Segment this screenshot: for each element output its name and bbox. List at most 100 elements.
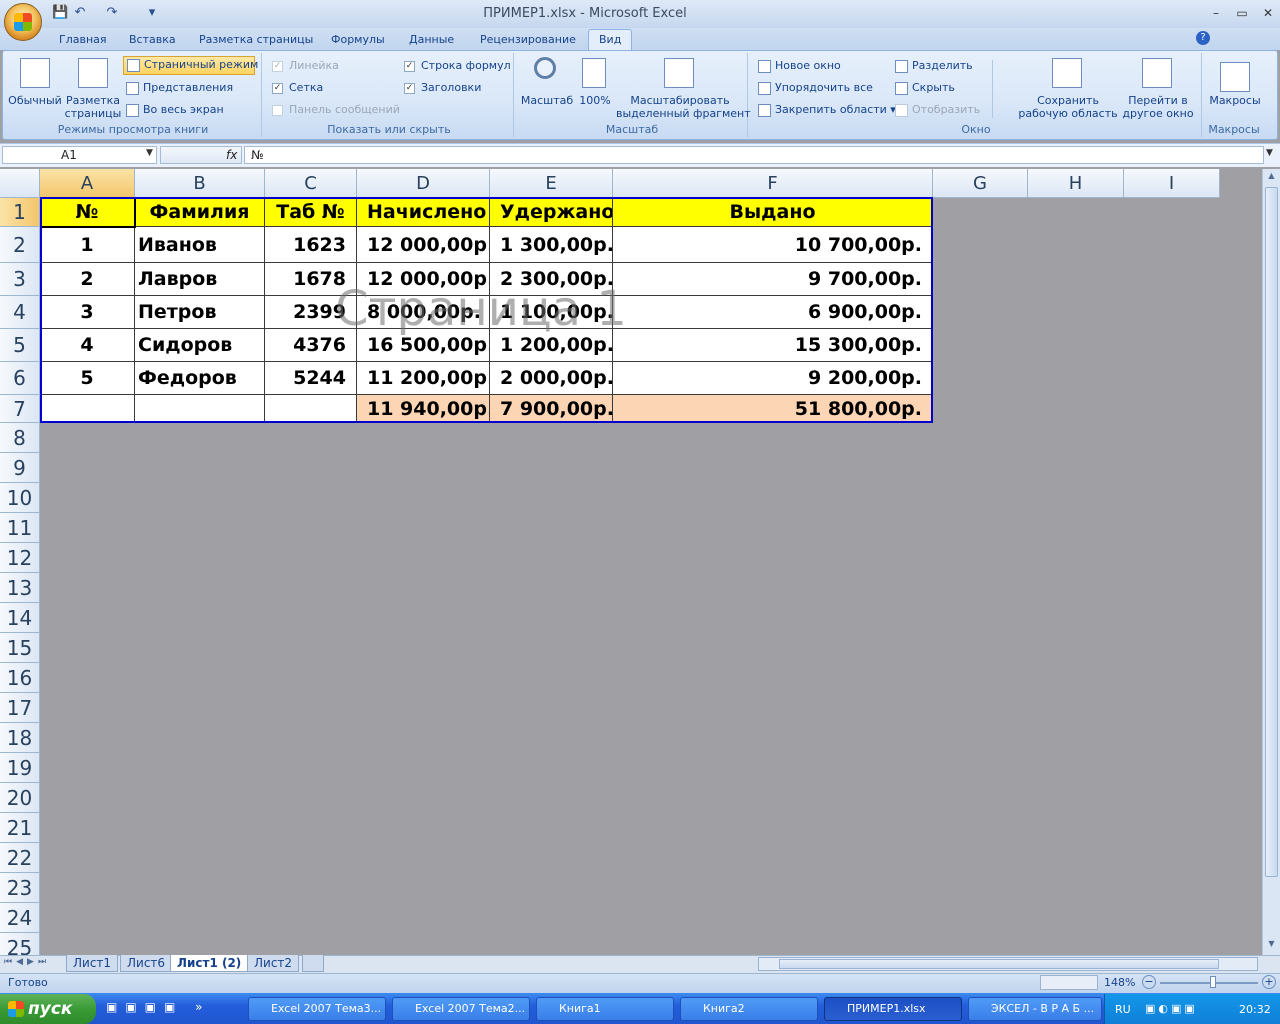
row-header-25[interactable]: 25	[0, 933, 40, 955]
row-header-1[interactable]: 1	[0, 198, 40, 227]
cell-e4[interactable]: 1 200,00р.	[490, 329, 613, 362]
row-header-6[interactable]: 6	[0, 362, 40, 395]
cell-f1[interactable]: 10 700,00р.	[613, 227, 933, 263]
sheet-tab-list1[interactable]: Лист1	[66, 955, 119, 972]
scroll-up-icon[interactable]: ▲	[1265, 171, 1278, 184]
column-header-b[interactable]: B	[135, 169, 265, 198]
row-header-15[interactable]: 15	[0, 633, 40, 663]
zoom-selection-button[interactable]: Масштабировать выделенный фрагмент	[616, 94, 751, 120]
name-box[interactable]: A1	[2, 146, 157, 164]
close-button[interactable]: ✕	[1258, 5, 1278, 21]
cell-a1[interactable]: 1	[40, 227, 135, 263]
custom-views-button[interactable]: Представления	[126, 81, 233, 95]
gridlines-checkbox[interactable]: ✓ Сетка	[272, 81, 323, 95]
view-switch-buttons[interactable]	[1040, 975, 1098, 990]
insert-sheet-icon[interactable]	[302, 955, 324, 972]
row-header-8[interactable]: 8	[0, 423, 40, 453]
row-header-22[interactable]: 22	[0, 843, 40, 873]
vertical-scroll-thumb[interactable]	[1265, 187, 1278, 877]
cell-e3[interactable]: 1 100,00р.	[490, 296, 613, 329]
column-header-f[interactable]: F	[613, 169, 933, 198]
taskbar-item-active[interactable]: ПРИМЕР1.xlsx	[824, 997, 962, 1021]
unhide-button[interactable]: Отобразить	[895, 103, 980, 117]
column-header-g[interactable]: G	[933, 169, 1028, 198]
row-header-2[interactable]: 2	[0, 227, 40, 263]
quick-launch-icons[interactable]: ▣▣▣▣ »	[106, 1000, 226, 1018]
header-cell-a[interactable]: №	[40, 198, 135, 227]
zoom-level[interactable]: 148%	[1104, 976, 1135, 989]
total-cell-f[interactable]: 51 800,00р.	[613, 395, 933, 423]
row-header-21[interactable]: 21	[0, 813, 40, 843]
header-cell-d[interactable]: Начислено	[357, 198, 490, 227]
row-header-19[interactable]: 19	[0, 753, 40, 783]
tab-home[interactable]: Главная	[59, 32, 107, 50]
formula-bar-checkbox[interactable]: ✓ Строка формул	[404, 59, 511, 73]
arrange-all-button[interactable]: Упорядочить все	[758, 81, 873, 95]
row-header-14[interactable]: 14	[0, 603, 40, 633]
column-header-e[interactable]: E	[490, 169, 613, 198]
header-cell-e[interactable]: Удержано	[490, 198, 613, 227]
switch-windows-button[interactable]: Перейти в другое окно	[1116, 94, 1200, 120]
row-header-13[interactable]: 13	[0, 573, 40, 603]
row-header-17[interactable]: 17	[0, 693, 40, 723]
start-button[interactable]: пуск	[0, 994, 96, 1024]
horizontal-scroll-thumb[interactable]	[779, 959, 1219, 969]
save-workspace-button[interactable]: Сохранить рабочую область	[1018, 94, 1118, 120]
cell-c1[interactable]: 1623	[265, 227, 357, 263]
row-header-3[interactable]: 3	[0, 263, 40, 296]
zoom-button[interactable]: Масштаб	[520, 94, 574, 107]
total-cell-e[interactable]: 7 900,00р.	[490, 395, 613, 423]
language-indicator[interactable]: RU	[1115, 1003, 1131, 1016]
sheet-tab-list2[interactable]: Лист2	[247, 955, 300, 972]
cell-c2[interactable]: 1678	[265, 263, 357, 296]
new-window-button[interactable]: Новое окно	[758, 59, 841, 73]
cell-d5[interactable]: 11 200,00р.	[357, 362, 490, 395]
cell-d3[interactable]: 8 000,00р.	[357, 296, 490, 329]
maximize-button[interactable]: ▭	[1232, 5, 1252, 21]
row-header-23[interactable]: 23	[0, 873, 40, 903]
page-layout-button[interactable]: Разметка страницы	[64, 94, 122, 120]
cell-b1[interactable]: Иванов	[135, 227, 265, 263]
insert-function-icon[interactable]: fx	[226, 148, 237, 162]
sheet-tab-list6[interactable]: Лист6	[120, 955, 173, 972]
row-header-11[interactable]: 11	[0, 513, 40, 543]
cell-b4[interactable]: Сидоров	[135, 329, 265, 362]
total-cell-c[interactable]	[265, 395, 357, 423]
cell-e2[interactable]: 2 300,00р.	[490, 263, 613, 296]
cell-f5[interactable]: 9 200,00р.	[613, 362, 933, 395]
total-cell-d[interactable]: 11 940,00р.	[357, 395, 490, 423]
tab-insert[interactable]: Вставка	[129, 32, 176, 50]
total-cell-b[interactable]	[135, 395, 265, 423]
taskbar-item[interactable]: Книга1	[536, 997, 674, 1021]
row-header-5[interactable]: 5	[0, 329, 40, 362]
cell-d4[interactable]: 16 500,00р.	[357, 329, 490, 362]
tab-formulas[interactable]: Формулы	[331, 32, 385, 50]
ruler-checkbox[interactable]: ✓ Линейка	[272, 59, 339, 73]
cell-d2[interactable]: 12 000,00р.	[357, 263, 490, 296]
row-header-16[interactable]: 16	[0, 663, 40, 693]
total-cell-a[interactable]	[40, 395, 135, 423]
cell-f2[interactable]: 9 700,00р.	[613, 263, 933, 296]
taskbar-item[interactable]: Excel 2007 Тема3...	[248, 997, 386, 1021]
row-header-4[interactable]: 4	[0, 296, 40, 329]
office-button[interactable]	[4, 3, 42, 41]
tab-page-layout[interactable]: Разметка страницы	[199, 32, 313, 50]
taskbar-item[interactable]: ЭКСЕЛ - В Р А Б ...	[968, 997, 1102, 1021]
sheet-tab-list1-2[interactable]: Лист1 (2)	[170, 955, 249, 972]
tray-icons[interactable]: ▣◐▣▣	[1145, 1002, 1215, 1016]
zoom-slider-thumb[interactable]	[1210, 976, 1216, 988]
column-header-d[interactable]: D	[357, 169, 490, 198]
tab-data[interactable]: Данные	[409, 32, 454, 50]
tab-view[interactable]: Вид	[588, 29, 633, 51]
cell-f3[interactable]: 6 900,00р.	[613, 296, 933, 329]
cell-f4[interactable]: 15 300,00р.	[613, 329, 933, 362]
normal-view-button[interactable]: Обычный	[6, 94, 64, 107]
formula-input[interactable]: №	[244, 146, 1264, 164]
header-cell-f[interactable]: Выдано	[613, 198, 933, 227]
macros-button[interactable]: Макросы	[1206, 94, 1264, 107]
zoom-slider[interactable]	[1160, 982, 1258, 984]
column-header-i[interactable]: I	[1124, 169, 1220, 198]
column-header-a[interactable]: A	[40, 169, 135, 198]
hide-button[interactable]: Скрыть	[895, 81, 955, 95]
scroll-down-icon[interactable]: ▼	[1265, 939, 1278, 952]
